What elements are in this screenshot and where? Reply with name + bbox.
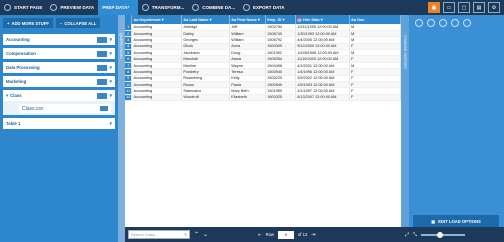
table-cell[interactable]: 8/13/2007 12:00:00 AM — [295, 94, 351, 102]
chevron-down-icon[interactable]: ▾ — [109, 93, 112, 99]
query-panel-tab[interactable]: QUERY PANEL — [118, 15, 125, 242]
chevron-down-icon[interactable]: ▾ — [109, 65, 112, 71]
step-preview-data[interactable]: PREVIEW DATA — [46, 0, 98, 15]
right-panel: CHANGE HISTORY ▦ EDIT LOAD OPTIONS — [401, 15, 504, 242]
group-marketing[interactable]: Marketing ▾ — [3, 76, 115, 87]
row-index-header — [125, 15, 133, 24]
step-transform[interactable]: TRANSFORM... — [138, 0, 189, 15]
step-export-data[interactable]: EXPORT DATA — [239, 0, 289, 15]
chevron-down-icon[interactable]: ▾ — [109, 121, 112, 127]
search-input[interactable]: Search Class... ⚲ — [128, 230, 190, 239]
settings-icon[interactable]: ⚙ — [488, 2, 500, 13]
table-icon[interactable] — [100, 106, 108, 111]
app-icon[interactable]: ▣ — [428, 2, 440, 13]
share-icon[interactable] — [463, 19, 471, 27]
chevron-down-icon[interactable]: ▾ — [109, 37, 112, 43]
table-icon[interactable] — [97, 36, 108, 43]
group-table-1[interactable]: Table 1 ▾ — [3, 118, 115, 129]
change-history-tab[interactable]: CHANGE HISTORY — [401, 15, 409, 227]
column-header[interactable]: Aa Department ▾ — [131, 15, 183, 24]
plus-icon: + — [7, 20, 10, 26]
row-count-label: of 12 — [297, 232, 308, 237]
chevron-down-icon[interactable]: ▾ — [6, 93, 8, 99]
right-icons — [415, 19, 471, 27]
collapse-panel-icon[interactable]: ⤡ — [413, 232, 417, 238]
left-panel: + ADD MORE STUFF − COLLAPSE ALL Accounting… — [0, 15, 118, 242]
group-class[interactable]: ▾ Class ▾ — [3, 90, 115, 101]
group-accounting[interactable]: Accounting ▾ — [3, 34, 115, 45]
fit-screen-icon[interactable]: ⤢ — [405, 232, 409, 238]
row-label: Row — [265, 232, 274, 237]
window-icon[interactable]: ▭ — [443, 2, 455, 13]
column-header[interactable]: Aa Gen — [349, 15, 401, 24]
redo-icon[interactable] — [427, 19, 435, 27]
zoom-slider[interactable] — [421, 231, 466, 238]
table-row[interactable]: 12 Accounting Woodruff Elizabeth 1600325 8/13… — [125, 94, 401, 102]
wizard-steps-bar: START PAGE PREVIEW DATA PREP DATA* › TRAN… — [0, 0, 504, 15]
undo-icon[interactable] — [415, 19, 423, 27]
edit-load-options-button[interactable]: ▦ EDIT LOAD OPTIONS — [413, 215, 499, 227]
export-icon — [242, 4, 250, 11]
first-page-icon[interactable]: ⇤ — [258, 232, 262, 237]
scroll-down-icon[interactable]: ⌄ — [203, 231, 208, 238]
chevron-down-icon[interactable]: ▾ — [109, 51, 112, 57]
column-header[interactable]: 📅 Hire Date ▾ — [295, 15, 351, 24]
last-page-icon[interactable]: ⇥ — [311, 232, 315, 238]
column-header[interactable]: Aa First Name ▾ — [229, 15, 267, 24]
grid-icon: ▦ — [431, 218, 436, 224]
person-icon[interactable] — [451, 19, 459, 27]
transform-icon — [141, 4, 149, 11]
top-toolbar: ▣ ▭ ▢ ▤ ⚙ — [428, 2, 500, 13]
data-table: Aa Department ▾ Aa Last Name ▾ Aa First … — [125, 15, 401, 102]
zoom-slider-handle[interactable] — [437, 231, 444, 238]
table-header-row: Aa Department ▾ Aa Last Name ▾ Aa First … — [125, 15, 401, 24]
table-icon[interactable] — [97, 78, 108, 85]
data-grid: Aa Department ▾ Aa Last Name ▾ Aa First … — [125, 15, 401, 227]
column-header[interactable]: Aa Last Name ▾ — [181, 15, 231, 24]
table-icon[interactable] — [97, 50, 108, 57]
folder-icon[interactable] — [97, 92, 108, 99]
home-icon — [4, 4, 11, 11]
screen-icon[interactable]: ▢ — [458, 2, 470, 13]
add-more-stuff-button[interactable]: + ADD MORE STUFF — [3, 18, 53, 28]
eye-icon — [50, 4, 58, 11]
scroll-up-icon[interactable]: ⌃ — [194, 231, 199, 238]
step-prep-data[interactable]: PREP DATA* › — [98, 0, 138, 15]
table-cell[interactable]: F — [349, 94, 401, 102]
table-icon[interactable] — [97, 64, 108, 71]
table-cell[interactable]: 1600325 — [265, 94, 297, 102]
row-input[interactable]: 0 — [277, 230, 294, 239]
image-icon[interactable]: ▤ — [473, 2, 485, 13]
group-compensation[interactable]: Compensation ▾ — [3, 48, 115, 59]
class-subgroup: Class.csv — [3, 101, 115, 115]
grid-footer: Search Class... ⚲ ⌃ ⌄ ⇤ Row 0 of 12 ⇥ — [125, 227, 401, 242]
search-icon: ⚲ — [184, 232, 187, 237]
step-combine-data[interactable]: COMBINE DA... — [188, 0, 239, 15]
combine-icon — [192, 4, 200, 11]
chevron-down-icon[interactable]: ▾ — [109, 79, 112, 85]
class-csv-item[interactable]: Class.csv — [19, 104, 111, 113]
row-index-cell: 12 — [125, 94, 133, 102]
group-data-processing[interactable]: Data Processing ▾ — [3, 62, 115, 73]
table-cell[interactable]: Accounting — [131, 94, 183, 102]
left-actions: + ADD MORE STUFF − COLLAPSE ALL — [0, 15, 118, 31]
collapse-all-button[interactable]: − COLLAPSE ALL — [55, 18, 101, 28]
step-start-page[interactable]: START PAGE — [0, 0, 46, 15]
chevron-icon: › — [132, 5, 134, 10]
zoom-bar: ⤢ ⤡ — [401, 227, 504, 242]
table-cell[interactable]: Woodruff — [181, 94, 231, 102]
table-cell[interactable]: Elizabeth — [229, 94, 267, 102]
collapse-icon: − — [59, 20, 63, 26]
column-header[interactable]: Emp_ID ▾ — [265, 15, 297, 24]
filter-icon[interactable] — [439, 19, 447, 27]
